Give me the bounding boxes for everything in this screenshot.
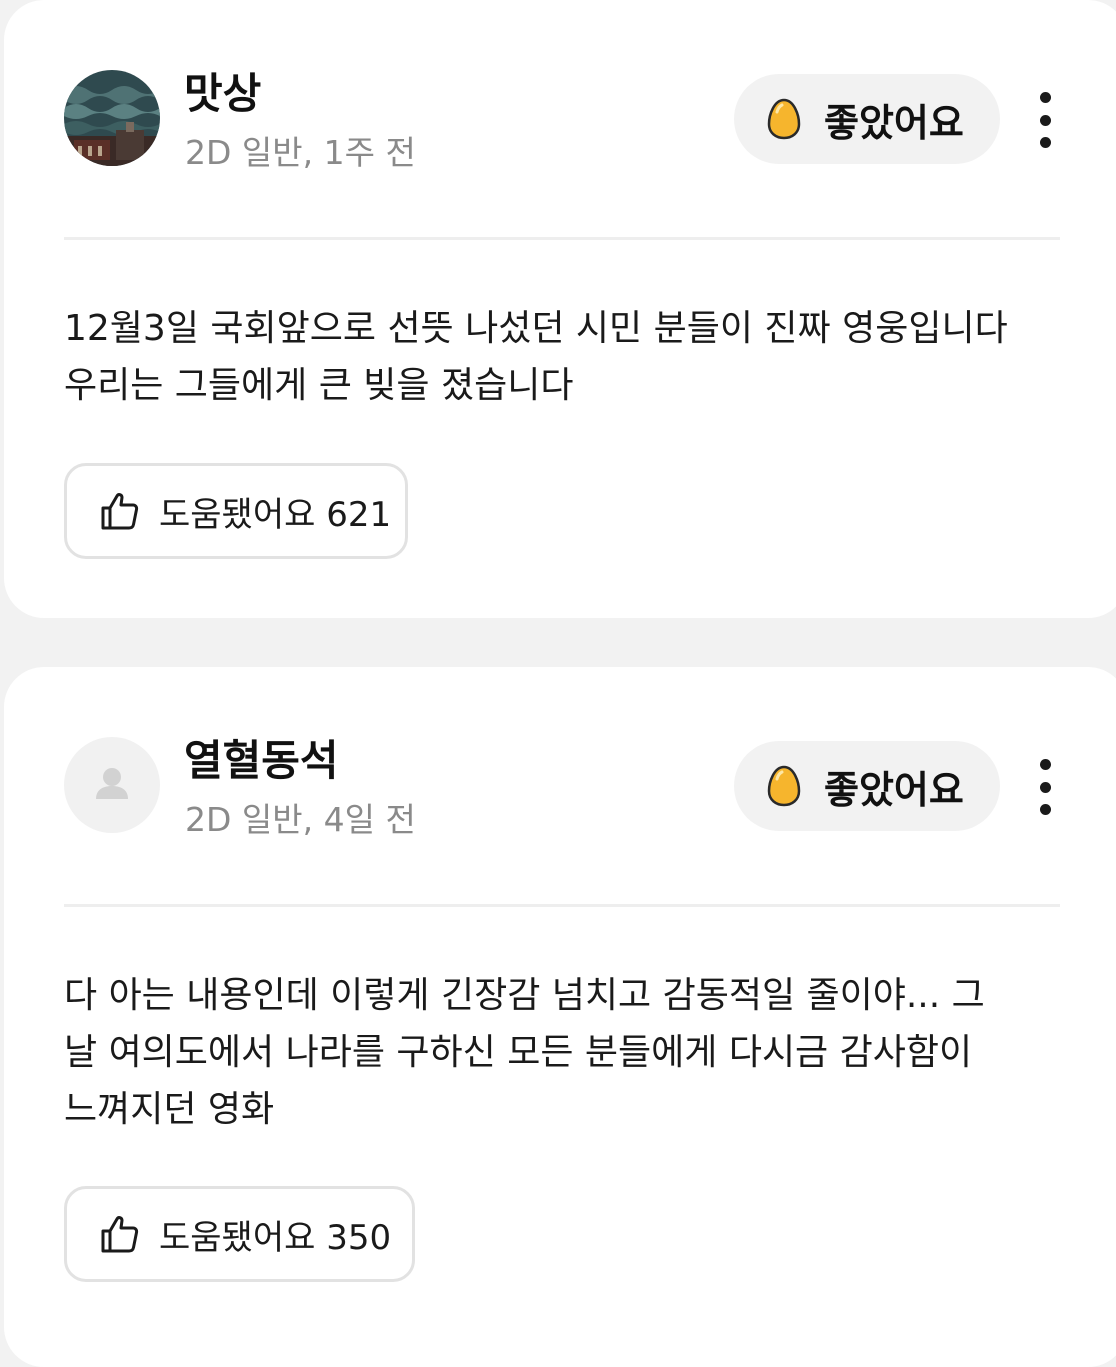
- more-options-icon[interactable]: [1028, 92, 1062, 148]
- review-card: 열혈동석 2D 일반, 4일 전 좋았어요 다 아는 내용인데 이렇게 긴장감 …: [4, 667, 1116, 1367]
- helpful-count-label: 도움됐어요 621: [159, 494, 392, 535]
- profile-photo: [64, 70, 160, 166]
- helpful-count-label: 도움됐어요 350: [159, 1217, 392, 1258]
- review-card: 맛상 2D 일반, 1주 전 좋았어요 12월3일 국회앞으로 선뜻 나섰던 시…: [4, 0, 1116, 618]
- thumbs-up-icon: [101, 493, 139, 530]
- rating-badge: 좋았어요: [734, 741, 1000, 831]
- avatar[interactable]: [64, 737, 160, 833]
- rating-label: 좋았어요: [824, 767, 964, 812]
- username[interactable]: 맛상: [184, 68, 261, 120]
- thumbs-up-icon: [101, 1216, 139, 1253]
- review-meta: 2D 일반, 4일 전: [185, 800, 416, 839]
- avatar[interactable]: [64, 70, 160, 166]
- more-options-icon[interactable]: [1028, 759, 1062, 815]
- divider: [64, 904, 1060, 907]
- username[interactable]: 열혈동석: [184, 735, 339, 787]
- review-text: 12월3일 국회앞으로 선뜻 나섰던 시민 분들이 진짜 영웅입니다 우리는 그…: [64, 308, 1008, 406]
- helpful-button[interactable]: 도움됐어요 350: [64, 1186, 415, 1282]
- golden-egg-icon: [767, 765, 801, 807]
- golden-egg-icon: [767, 98, 801, 140]
- rating-label: 좋았어요: [824, 100, 964, 145]
- review-meta: 2D 일반, 1주 전: [185, 133, 416, 172]
- rating-badge: 좋았어요: [734, 74, 1000, 164]
- default-user-icon: [96, 768, 128, 799]
- divider: [64, 237, 1060, 240]
- helpful-button[interactable]: 도움됐어요 621: [64, 463, 408, 559]
- review-text: 다 아는 내용인데 이렇게 긴장감 넘치고 감동적일 줄이야... 그 날 여의…: [64, 975, 985, 1130]
